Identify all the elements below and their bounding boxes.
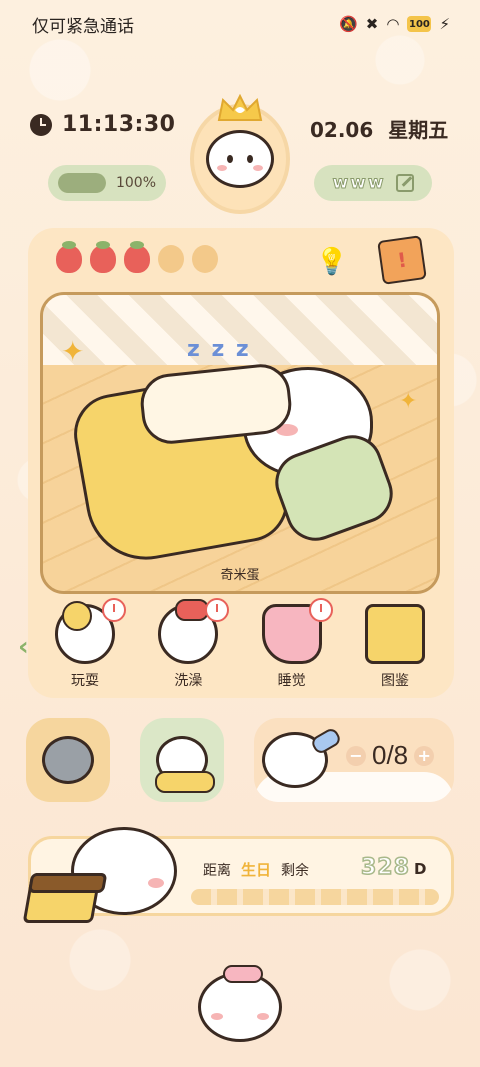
charging-icon: ⚡: [439, 15, 450, 33]
bottom-bear-mascot[interactable]: [198, 965, 282, 1042]
time-text: 11:13:30: [62, 112, 176, 137]
battery-icon: 100: [407, 16, 432, 32]
timer-icon: [102, 598, 126, 622]
empty-fruit-icon: [192, 245, 218, 273]
days-number: 328: [360, 854, 410, 881]
hooded-bear-icon: [42, 736, 94, 784]
timer-icon: [308, 598, 333, 622]
wifi-icon: ◠: [386, 15, 400, 33]
pet-scene[interactable]: ✦ ✦ z z z 奇米蛋: [40, 292, 440, 594]
birthday-countdown: 距离 生日 剩余 328 D: [22, 827, 454, 923]
sparkle-icon: ✦: [61, 335, 85, 368]
no-sim-icon: ✖: [365, 15, 379, 33]
empty-fruit-icon: [158, 245, 184, 273]
gift-art-icon: [364, 604, 425, 664]
action-label: 图鉴: [380, 673, 409, 689]
lightbulb-hint-icon[interactable]: 💡: [312, 242, 352, 282]
days-unit: D: [413, 860, 427, 878]
cake-icon: [22, 873, 102, 923]
action-play[interactable]: 玩耍: [40, 598, 130, 690]
birthday-prefix: 距离: [203, 862, 231, 879]
feeding-counter: − 0/8 +: [346, 740, 435, 771]
status-icons: 🔕 ✖ ◠ 100 ⚡: [339, 15, 450, 33]
minus-button[interactable]: −: [346, 745, 366, 766]
energy-progress: 100%: [48, 165, 166, 201]
clock: 11:13:30: [30, 112, 175, 137]
chevron-left-icon[interactable]: ‹: [18, 632, 29, 662]
date: 02.06 星期五: [310, 114, 456, 143]
action-label: 玩耍: [71, 673, 99, 689]
birthday-highlight: 生日: [241, 861, 272, 879]
carrier-text: 仅可紧急通话: [32, 16, 134, 37]
clock-icon: [30, 113, 52, 136]
action-sleep[interactable]: 睡觉: [247, 598, 337, 690]
birthday-days: 328 D: [360, 854, 427, 881]
birthday-suffix: 剩余: [281, 862, 310, 879]
pet-name-pill[interactable]: www: [314, 165, 432, 201]
pet-name: www: [332, 173, 386, 194]
donut-tile[interactable]: [140, 718, 224, 802]
notice-board-icon[interactable]: !: [377, 235, 427, 285]
progress-track: [58, 173, 106, 193]
birthday-label: 距离 生日 剩余: [203, 859, 309, 880]
strawberry-icon: [56, 241, 82, 273]
date-text: 02.06: [310, 118, 374, 142]
crown-icon: [217, 94, 263, 121]
action-label: 洗澡: [174, 673, 203, 689]
outfit-tile[interactable]: [26, 718, 110, 802]
fruit-row: [56, 241, 218, 273]
sleep-zzz: z z z: [187, 337, 251, 362]
mute-icon: 🔕: [339, 15, 358, 33]
edit-icon[interactable]: [395, 174, 414, 192]
action-row: 玩耍 洗澡 睡觉 图鉴: [40, 598, 440, 690]
weekday-text: 星期五: [388, 118, 449, 142]
progress-fill: [58, 173, 106, 193]
plus-button[interactable]: +: [414, 745, 435, 766]
birthday-progress-track: [191, 889, 439, 905]
feeding-count: 0/8: [372, 740, 409, 770]
donut-bear-icon: [155, 736, 215, 793]
feeding-tile: − 0/8 +: [254, 718, 454, 802]
action-label: 睡觉: [277, 673, 306, 689]
action-collection[interactable]: 图鉴: [350, 604, 440, 690]
bear-face: [206, 130, 274, 188]
strawberry-icon: [90, 241, 116, 273]
scene-caption: 奇米蛋: [220, 568, 260, 583]
progress-label: 100%: [115, 175, 156, 191]
status-bar: 仅可紧急通话 🔕 ✖ ◠ 100 ⚡: [0, 0, 480, 48]
timer-icon: [205, 598, 230, 622]
strawberry-icon: [124, 241, 150, 273]
action-bath[interactable]: 洗澡: [143, 598, 233, 690]
bow-icon: [223, 965, 263, 983]
sparkle-icon: ✦: [399, 389, 418, 414]
